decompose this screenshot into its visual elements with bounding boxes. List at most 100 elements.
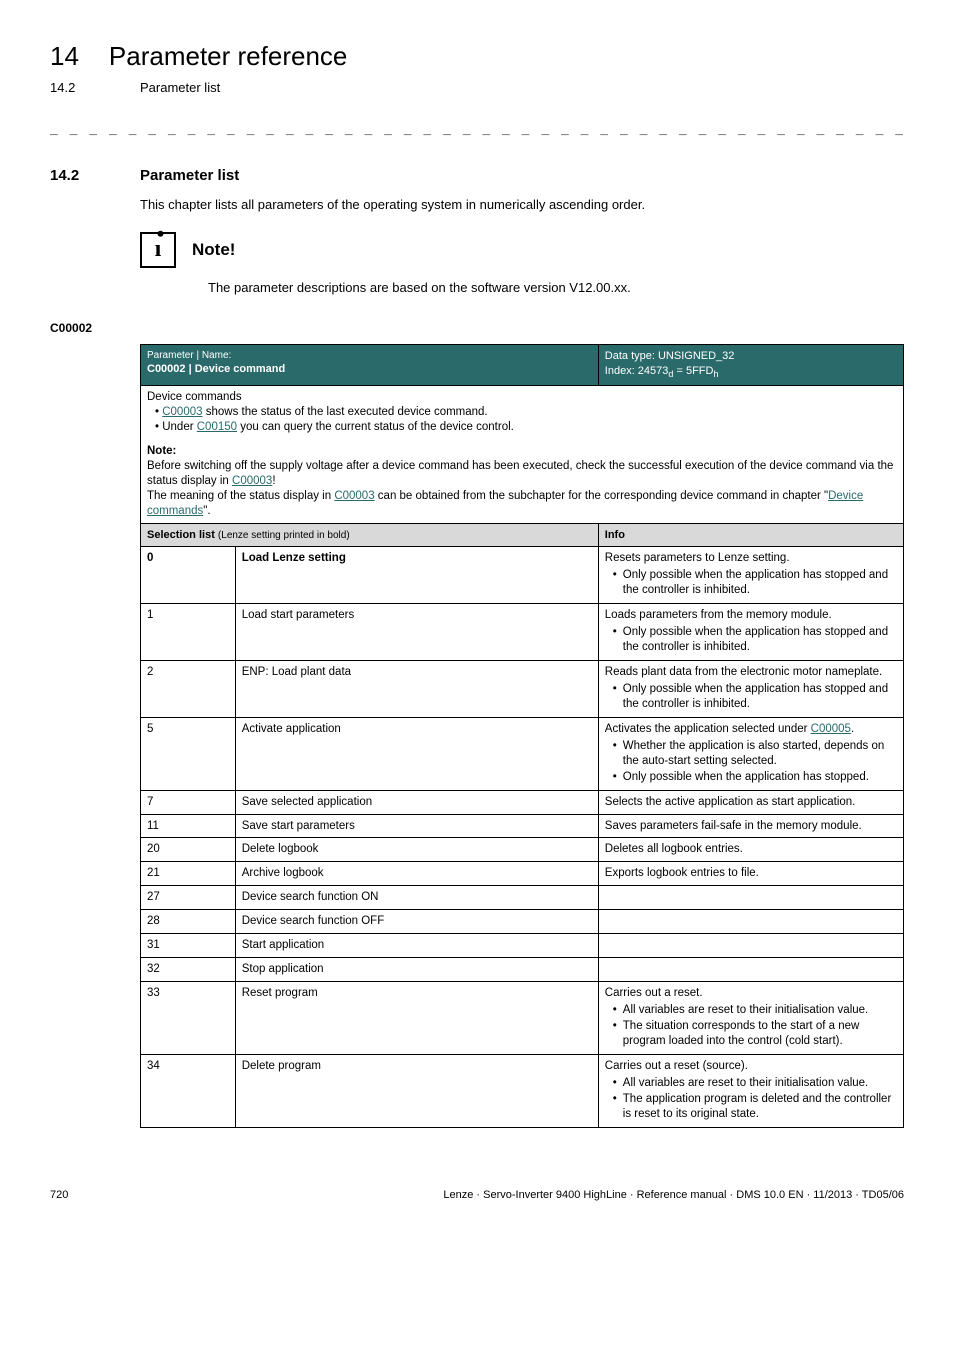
desc-note-label: Note: bbox=[147, 444, 897, 459]
info-bullet: The application program is deleted and t… bbox=[613, 1092, 897, 1122]
row-info: Carries out a reset (source).All variabl… bbox=[598, 1054, 903, 1127]
row-number: 20 bbox=[141, 838, 236, 862]
footer-line: Lenze · Servo-Inverter 9400 HighLine · R… bbox=[443, 1188, 904, 1202]
row-number: 21 bbox=[141, 862, 236, 886]
info-bullet: All variables are reset to their initial… bbox=[613, 1076, 897, 1091]
section-title: Parameter list bbox=[140, 166, 239, 186]
divider-dashes: _ _ _ _ _ _ _ _ _ _ _ _ _ _ _ _ _ _ _ _ … bbox=[50, 121, 904, 138]
row-number: 0 bbox=[141, 547, 236, 604]
table-row: 11Save start parametersSaves parameters … bbox=[141, 814, 904, 838]
row-info: Deletes all logbook entries. bbox=[598, 838, 903, 862]
row-number: 7 bbox=[141, 790, 236, 814]
info-bullet: The situation corresponds to the start o… bbox=[613, 1019, 897, 1049]
table-row: 33Reset programCarries out a reset.All v… bbox=[141, 982, 904, 1055]
info-bullet: All variables are reset to their initial… bbox=[613, 1003, 897, 1018]
parameter-table: Parameter | Name: C00002 | Device comman… bbox=[140, 344, 904, 1127]
table-row: 5Activate applicationActivates the appli… bbox=[141, 717, 904, 790]
row-label: Start application bbox=[235, 934, 598, 958]
intro-paragraph: This chapter lists all parameters of the… bbox=[140, 197, 904, 214]
table-row: 1Load start parametersLoads parameters f… bbox=[141, 604, 904, 661]
row-info bbox=[598, 886, 903, 910]
row-label: Reset program bbox=[235, 982, 598, 1055]
table-row: 7Save selected applicationSelects the ac… bbox=[141, 790, 904, 814]
row-label: ENP: Load plant data bbox=[235, 661, 598, 718]
row-number: 34 bbox=[141, 1054, 236, 1127]
table-row: 34Delete programCarries out a reset (sou… bbox=[141, 1054, 904, 1127]
link-c00003-c[interactable]: C00003 bbox=[334, 490, 374, 502]
row-info bbox=[598, 958, 903, 982]
row-label: Archive logbook bbox=[235, 862, 598, 886]
row-label: Load Lenze setting bbox=[235, 547, 598, 604]
note-text: The parameter descriptions are based on … bbox=[208, 280, 904, 297]
row-label: Activate application bbox=[235, 717, 598, 790]
info-bullet: Only possible when the application has s… bbox=[613, 682, 897, 712]
row-label: Delete logbook bbox=[235, 838, 598, 862]
desc-note-line2: The meaning of the status display in C00… bbox=[147, 489, 897, 519]
param-header-name-cell: Parameter | Name: C00002 | Device comman… bbox=[141, 345, 599, 385]
table-row: 31Start application bbox=[141, 934, 904, 958]
selection-header-left: Selection list (Lenze setting printed in… bbox=[141, 524, 599, 547]
row-number: 2 bbox=[141, 661, 236, 718]
param-header-type-cell: Data type: UNSIGNED_32 Index: 24573d = 5… bbox=[598, 345, 903, 385]
row-info: Reads plant data from the electronic mot… bbox=[598, 661, 903, 718]
page-number: 720 bbox=[50, 1188, 68, 1202]
row-info: Activates the application selected under… bbox=[598, 717, 903, 790]
desc-title: Device commands bbox=[147, 390, 897, 405]
row-label: Stop application bbox=[235, 958, 598, 982]
note-label: Note! bbox=[192, 239, 235, 261]
param-description-cell: Device commands • C00003 shows the statu… bbox=[141, 385, 904, 524]
table-row: 2ENP: Load plant dataReads plant data fr… bbox=[141, 661, 904, 718]
row-info: Selects the active application as start … bbox=[598, 790, 903, 814]
table-row: 20Delete logbookDeletes all logbook entr… bbox=[141, 838, 904, 862]
row-number: 11 bbox=[141, 814, 236, 838]
info-bullet: Only possible when the application has s… bbox=[613, 770, 897, 785]
link-c00003-a[interactable]: C00003 bbox=[162, 406, 202, 418]
row-number: 32 bbox=[141, 958, 236, 982]
selection-header-info: Info bbox=[598, 524, 903, 547]
table-row: 27Device search function ON bbox=[141, 886, 904, 910]
table-row: 32Stop application bbox=[141, 958, 904, 982]
row-number: 27 bbox=[141, 886, 236, 910]
link-c00003-b[interactable]: C00003 bbox=[232, 475, 272, 487]
row-info: Loads parameters from the memory module.… bbox=[598, 604, 903, 661]
row-label: Device search function ON bbox=[235, 886, 598, 910]
row-number: 1 bbox=[141, 604, 236, 661]
info-bullet: Whether the application is also started,… bbox=[613, 739, 897, 769]
parameter-code-heading: C00002 bbox=[50, 321, 904, 337]
desc-bullet-1: • C00003 shows the status of the last ex… bbox=[155, 405, 897, 420]
param-name-value: C00002 | Device command bbox=[147, 362, 592, 376]
row-label: Delete program bbox=[235, 1054, 598, 1127]
link-c00150[interactable]: C00150 bbox=[197, 421, 237, 433]
row-number: 5 bbox=[141, 717, 236, 790]
row-info: Carries out a reset.All variables are re… bbox=[598, 982, 903, 1055]
row-label: Load start parameters bbox=[235, 604, 598, 661]
row-number: 33 bbox=[141, 982, 236, 1055]
info-bullet: Only possible when the application has s… bbox=[613, 568, 897, 598]
row-number: 31 bbox=[141, 934, 236, 958]
row-label: Device search function OFF bbox=[235, 910, 598, 934]
table-row: 0Load Lenze settingResets parameters to … bbox=[141, 547, 904, 604]
info-icon: •ı bbox=[140, 232, 176, 268]
info-bullet: Only possible when the application has s… bbox=[613, 625, 897, 655]
param-index: Index: 24573d = 5FFDh bbox=[605, 364, 897, 381]
row-label: Save start parameters bbox=[235, 814, 598, 838]
table-row: 28Device search function OFF bbox=[141, 910, 904, 934]
subsection-top-number: 14.2 bbox=[50, 80, 110, 97]
row-number: 28 bbox=[141, 910, 236, 934]
row-label: Save selected application bbox=[235, 790, 598, 814]
row-info bbox=[598, 910, 903, 934]
param-dtype: Data type: UNSIGNED_32 bbox=[605, 349, 897, 363]
desc-note-line1: Before switching off the supply voltage … bbox=[147, 459, 897, 489]
chapter-number: 14 bbox=[50, 40, 79, 74]
subsection-top-title: Parameter list bbox=[140, 80, 220, 97]
section-number: 14.2 bbox=[50, 166, 110, 186]
row-info: Saves parameters fail-safe in the memory… bbox=[598, 814, 903, 838]
row-info: Exports logbook entries to file. bbox=[598, 862, 903, 886]
link-inline[interactable]: C00005 bbox=[811, 723, 851, 735]
param-name-label: Parameter | Name: bbox=[147, 349, 592, 362]
desc-bullet-2: • Under C00150 you can query the current… bbox=[155, 420, 897, 435]
row-info bbox=[598, 934, 903, 958]
table-row: 21Archive logbookExports logbook entries… bbox=[141, 862, 904, 886]
chapter-title: Parameter reference bbox=[109, 40, 347, 74]
row-info: Resets parameters to Lenze setting.Only … bbox=[598, 547, 903, 604]
